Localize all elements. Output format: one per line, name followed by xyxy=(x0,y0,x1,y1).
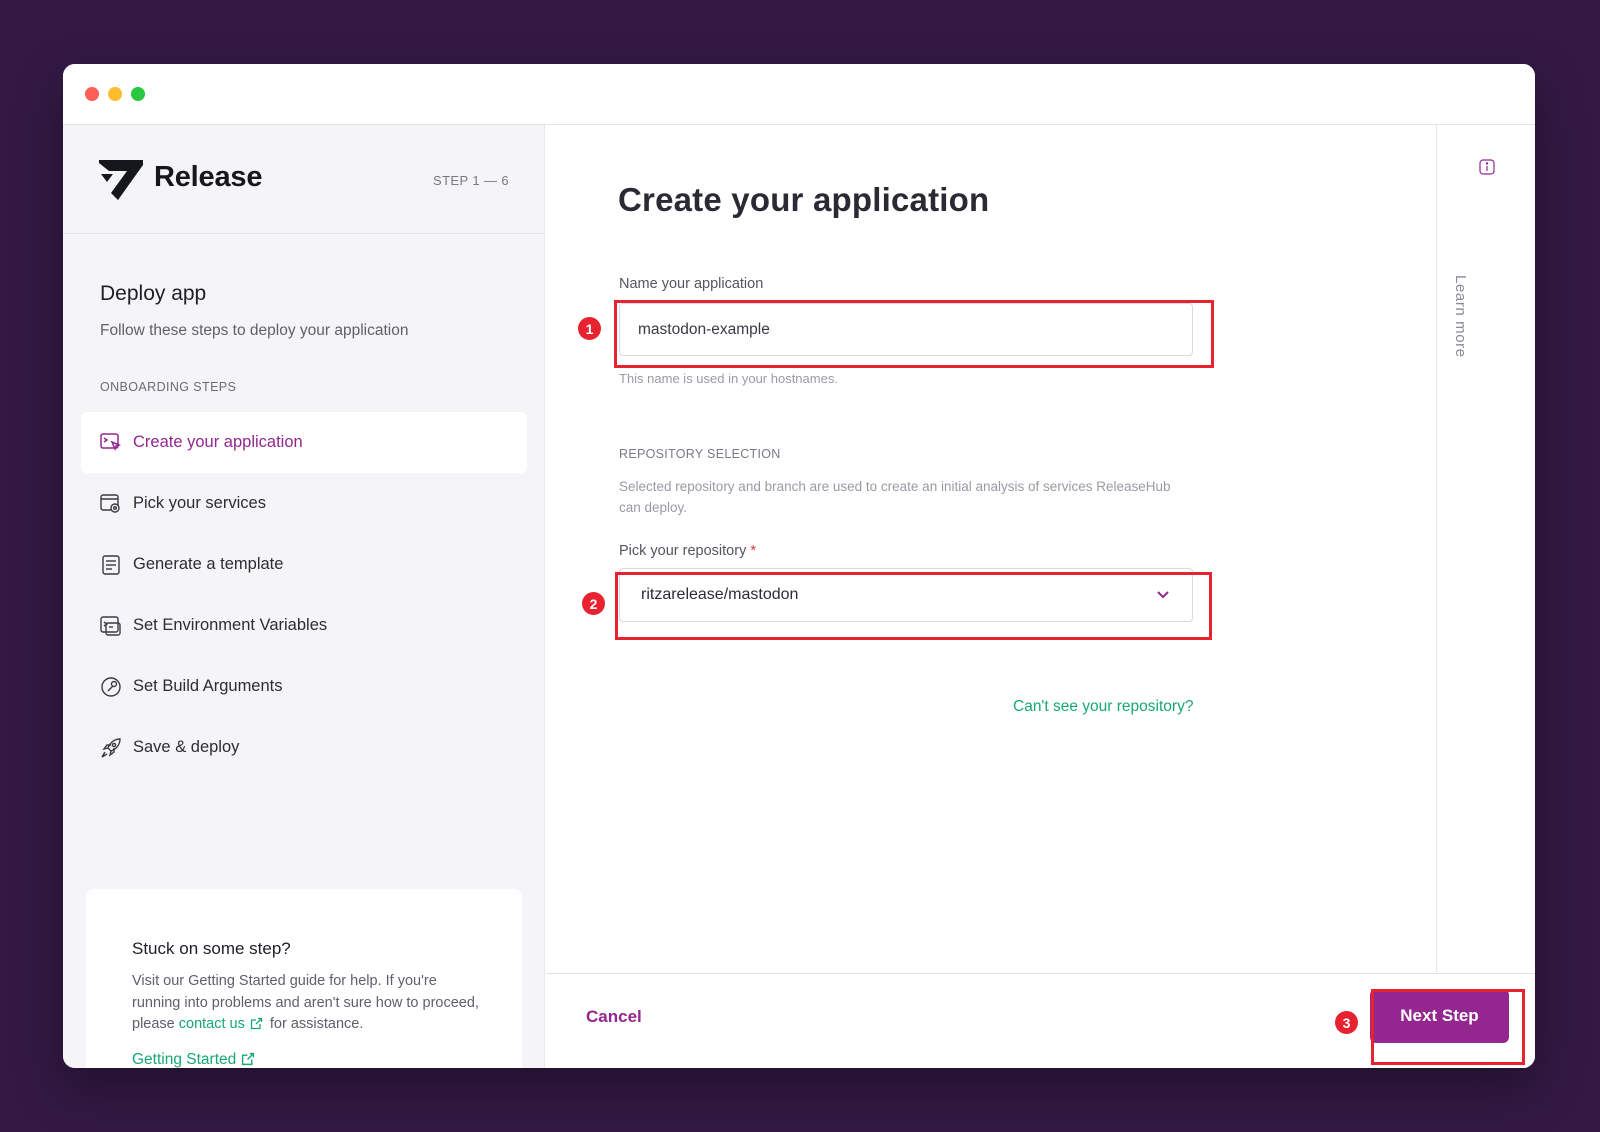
annotation-highlight-next xyxy=(1371,989,1525,1065)
repository-section-label: REPOSITORY SELECTION xyxy=(619,447,781,461)
repository-label-text: Pick your repository xyxy=(619,543,747,559)
brand-header: Release STEP 1 — 6 xyxy=(63,125,544,234)
help-text-end: for assistance. xyxy=(269,1016,364,1032)
help-title: Stuck on some step? xyxy=(132,939,291,958)
repository-label: Pick your repository * xyxy=(619,543,756,559)
app-name-hint: This name is used in your hostnames. xyxy=(619,371,838,386)
onboarding-steps-label: ONBOARDING STEPS xyxy=(100,380,237,394)
brand-name: Release xyxy=(154,161,263,193)
learn-more-rail: Learn more xyxy=(1436,125,1535,973)
step-set-environment-variables[interactable]: Set Environment Variables xyxy=(81,595,527,656)
app-window: Release STEP 1 — 6 Deploy app Follow the… xyxy=(63,64,1535,1068)
step-label: Pick your services xyxy=(133,494,266,512)
step-label: Set Environment Variables xyxy=(133,616,328,634)
annotation-badge-1: 1 xyxy=(578,317,601,340)
terminal-icon xyxy=(100,615,122,637)
external-link-icon xyxy=(250,1017,263,1030)
wrench-icon xyxy=(100,676,122,698)
template-doc-icon xyxy=(100,554,122,576)
step-create-application[interactable]: Create your application xyxy=(81,412,527,473)
getting-started-link[interactable]: Getting Started xyxy=(132,1051,236,1068)
step-pick-services[interactable]: Pick your services xyxy=(81,473,527,534)
repository-description: Selected repository and branch are used … xyxy=(619,479,1171,515)
cancel-button[interactable]: Cancel xyxy=(586,1007,642,1027)
sidebar: Release STEP 1 — 6 Deploy app Follow the… xyxy=(63,125,545,1068)
step-set-build-arguments[interactable]: Set Build Arguments xyxy=(81,656,527,717)
main-content: Create your application Name your applic… xyxy=(546,125,1436,973)
page-title: Create your application xyxy=(618,181,990,218)
minimize-window-button[interactable] xyxy=(108,87,122,101)
external-link-icon xyxy=(242,1052,255,1066)
rocket-icon xyxy=(100,737,122,759)
sidebar-subtitle: Follow these steps to deploy your applic… xyxy=(100,322,409,339)
step-generate-template[interactable]: Generate a template xyxy=(81,534,527,595)
step-label: Set Build Arguments xyxy=(133,677,283,695)
annotation-badge-2: 2 xyxy=(582,592,605,615)
title-bar xyxy=(63,64,1535,125)
zoom-window-button[interactable] xyxy=(131,87,145,101)
learn-more-toggle[interactable]: Learn more xyxy=(1452,275,1469,358)
step-save-deploy[interactable]: Save & deploy xyxy=(81,717,527,778)
getting-started-row: Getting Started xyxy=(132,1051,258,1068)
app-cursor-icon xyxy=(100,432,122,454)
close-window-button[interactable] xyxy=(85,87,99,101)
info-icon[interactable] xyxy=(1479,159,1495,175)
sidebar-title: Deploy app xyxy=(100,282,207,305)
cant-see-repository-link[interactable]: Can't see your repository? xyxy=(1013,698,1193,716)
contact-us-link[interactable]: contact us xyxy=(179,1016,245,1032)
required-marker: * xyxy=(750,543,757,559)
help-card: Stuck on some step? Visit our Getting St… xyxy=(86,889,522,1068)
annotation-highlight-repository xyxy=(615,572,1212,640)
step-label: Save & deploy xyxy=(133,738,240,756)
release-logo-icon xyxy=(99,160,143,200)
annotation-badge-3: 3 xyxy=(1335,1011,1358,1034)
annotation-highlight-name xyxy=(614,300,1214,368)
step-label: Generate a template xyxy=(133,555,284,573)
services-window-icon xyxy=(100,493,122,515)
help-body: Visit our Getting Started guide for help… xyxy=(132,971,482,1036)
onboarding-steps-list: Create your application Pick your servic… xyxy=(81,412,527,778)
step-counter: STEP 1 — 6 xyxy=(433,173,510,188)
step-label: Create your application xyxy=(133,433,303,451)
app-name-label: Name your application xyxy=(619,276,764,292)
